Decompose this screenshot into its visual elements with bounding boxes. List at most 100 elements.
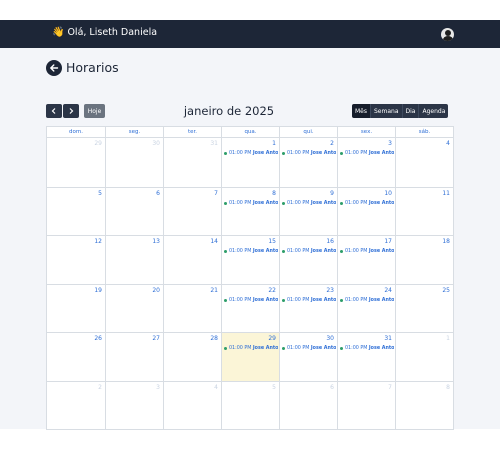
day-number[interactable]: 22	[268, 287, 276, 294]
next-month-button[interactable]	[63, 104, 79, 118]
day-number[interactable]: 18	[442, 238, 450, 245]
day-number[interactable]: 5	[98, 190, 102, 197]
view-day-button[interactable]: Dia	[401, 104, 419, 118]
view-week-button[interactable]: Semana	[370, 104, 402, 118]
day-number[interactable]: 15	[268, 238, 276, 245]
day-cell[interactable]: 13	[105, 235, 163, 284]
calendar-event[interactable]: 01:00 PMJose Antoni	[224, 200, 278, 207]
day-cell[interactable]: 3 01:00 PMJose Antoni	[337, 138, 395, 187]
day-number[interactable]: 14	[210, 238, 218, 245]
day-number[interactable]: 25	[442, 287, 450, 294]
calendar-event[interactable]: 01:00 PMJose Antoni	[340, 345, 394, 352]
day-cell[interactable]: 24 01:00 PMJose Antoni	[337, 283, 395, 332]
calendar-event[interactable]: 01:00 PMJose Antoni	[282, 297, 336, 304]
day-number[interactable]: 19	[94, 287, 102, 294]
day-cell[interactable]: 11	[395, 186, 453, 235]
calendar-event[interactable]: 01:00 PMJose Antoni	[224, 297, 278, 304]
day-cell[interactable]: 27	[105, 332, 163, 381]
calendar-event[interactable]: 01:00 PMJose Antoni	[282, 150, 336, 157]
day-number[interactable]: 1	[272, 140, 276, 147]
calendar-event[interactable]: 01:00 PMJose Antoni	[224, 248, 278, 255]
day-cell[interactable]: 18	[395, 235, 453, 284]
day-cell[interactable]: 12	[47, 235, 105, 284]
day-number[interactable]: 8	[446, 384, 450, 391]
day-cell[interactable]: 17 01:00 PMJose Antoni	[337, 235, 395, 284]
calendar-event[interactable]: 01:00 PMJose Antoni	[224, 345, 278, 352]
day-cell[interactable]: 30 01:00 PMJose Antoni	[279, 332, 337, 381]
day-number[interactable]: 1	[446, 335, 450, 342]
day-number[interactable]: 2	[98, 384, 102, 391]
day-number[interactable]: 29	[268, 335, 276, 342]
day-cell[interactable]: 22 01:00 PMJose Antoni	[221, 283, 279, 332]
day-number[interactable]: 28	[210, 335, 218, 342]
day-cell[interactable]: 29	[47, 138, 105, 187]
prev-month-button[interactable]	[46, 104, 62, 118]
day-number[interactable]: 13	[152, 238, 160, 245]
calendar-event[interactable]: 01:00 PMJose Antoni	[282, 248, 336, 255]
day-cell[interactable]: 6	[105, 186, 163, 235]
day-cell[interactable]: 21	[163, 283, 221, 332]
day-number[interactable]: 2	[330, 140, 334, 147]
view-agenda-button[interactable]: Agenda	[418, 104, 449, 118]
day-number[interactable]: 16	[326, 238, 334, 245]
day-number[interactable]: 30	[152, 140, 160, 147]
day-number[interactable]: 4	[446, 140, 450, 147]
day-cell[interactable]: 1	[395, 332, 453, 381]
day-number[interactable]: 17	[384, 238, 392, 245]
day-cell[interactable]: 7	[163, 186, 221, 235]
day-cell[interactable]: 8 01:00 PMJose Antoni	[221, 186, 279, 235]
view-month-button[interactable]: Mês	[352, 104, 370, 118]
day-number[interactable]: 3	[388, 140, 392, 147]
day-cell[interactable]: 6	[279, 380, 337, 429]
day-cell[interactable]: 3	[105, 380, 163, 429]
calendar-event[interactable]: 01:00 PMJose Antoni	[340, 150, 394, 157]
day-number[interactable]: 10	[384, 190, 392, 197]
day-cell[interactable]: 29 01:00 PMJose Antoni	[221, 332, 279, 381]
day-cell[interactable]: 19	[47, 283, 105, 333]
day-cell[interactable]: 2	[47, 380, 105, 430]
day-number[interactable]: 20	[152, 287, 160, 294]
day-cell[interactable]: 30	[105, 138, 163, 187]
day-cell[interactable]: 4	[163, 380, 221, 429]
day-number[interactable]: 8	[272, 190, 276, 197]
day-number[interactable]: 21	[210, 287, 218, 294]
back-button[interactable]	[46, 60, 62, 76]
day-number[interactable]: 7	[388, 384, 392, 391]
day-number[interactable]: 26	[94, 335, 102, 342]
day-number[interactable]: 5	[272, 384, 276, 391]
day-cell[interactable]: 4	[395, 138, 453, 187]
day-cell[interactable]: 15 01:00 PMJose Antoni	[221, 235, 279, 284]
day-cell[interactable]: 9 01:00 PMJose Antoni	[279, 186, 337, 235]
day-number[interactable]: 31	[210, 140, 218, 147]
day-number[interactable]: 31	[384, 335, 392, 342]
day-number[interactable]: 24	[384, 287, 392, 294]
user-avatar-icon[interactable]	[441, 28, 454, 41]
day-cell[interactable]: 25	[395, 283, 453, 332]
day-cell[interactable]: 20	[105, 283, 163, 332]
day-number[interactable]: 6	[330, 384, 334, 391]
calendar-event[interactable]: 01:00 PMJose Antoni	[224, 150, 278, 157]
day-number[interactable]: 23	[326, 287, 334, 294]
day-number[interactable]: 9	[330, 190, 334, 197]
day-cell[interactable]: 28	[163, 332, 221, 381]
day-number[interactable]: 4	[214, 384, 218, 391]
day-number[interactable]: 11	[442, 190, 450, 197]
day-cell[interactable]: 26	[47, 332, 105, 381]
day-cell[interactable]: 23 01:00 PMJose Antoni	[279, 283, 337, 332]
day-cell[interactable]: 14	[163, 235, 221, 284]
day-cell[interactable]: 1 01:00 PMJose Antoni	[221, 138, 279, 187]
day-number[interactable]: 27	[152, 335, 160, 342]
calendar-event[interactable]: 01:00 PMJose Antoni	[282, 345, 336, 352]
day-cell[interactable]: 31 01:00 PMJose Antoni	[337, 332, 395, 381]
day-cell[interactable]: 5	[221, 380, 279, 429]
calendar-event[interactable]: 01:00 PMJose Antoni	[340, 297, 394, 304]
day-number[interactable]: 6	[156, 190, 160, 197]
day-cell[interactable]: 7	[337, 380, 395, 429]
day-cell[interactable]: 31	[163, 138, 221, 187]
day-number[interactable]: 29	[94, 140, 102, 147]
day-cell[interactable]: 8	[395, 380, 453, 429]
day-cell[interactable]: 16 01:00 PMJose Antoni	[279, 235, 337, 284]
day-cell[interactable]: 2 01:00 PMJose Antoni	[279, 138, 337, 187]
day-cell[interactable]: 10 01:00 PMJose Antoni	[337, 186, 395, 235]
day-number[interactable]: 30	[326, 335, 334, 342]
